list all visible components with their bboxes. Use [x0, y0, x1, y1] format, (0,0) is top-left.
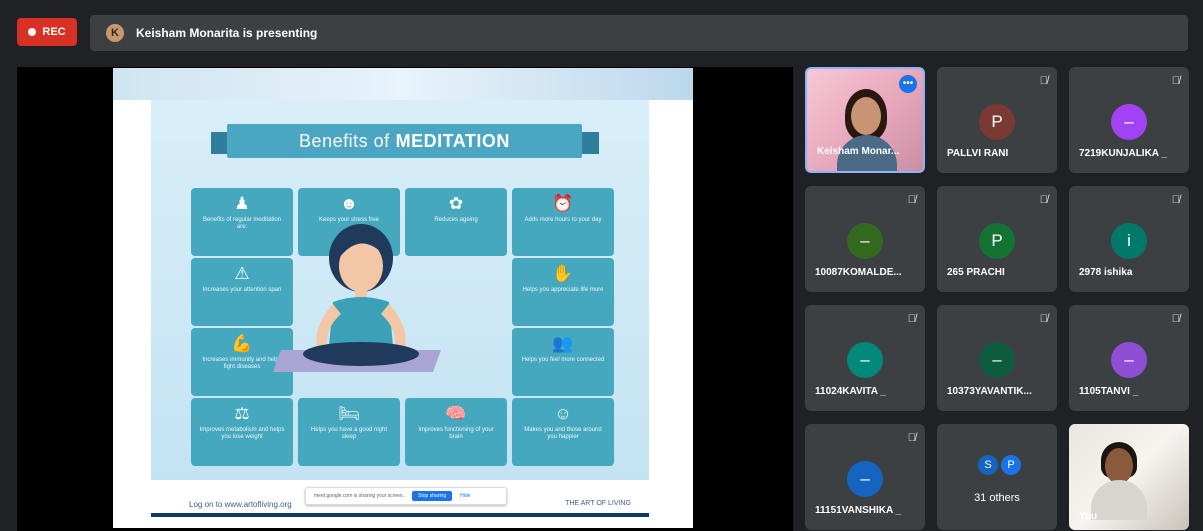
avatar: i	[1111, 223, 1147, 259]
brain-icon: 🧠	[445, 404, 467, 423]
benefit-tile: ⏰ Adds more hours to your day	[512, 188, 614, 256]
mic-off-icon: 🎙̸	[907, 313, 916, 325]
avatar: –	[979, 342, 1015, 378]
mic-off-icon: 🎙̸	[1171, 194, 1180, 206]
mic-off-icon: 🎙̸	[1171, 432, 1180, 444]
art-of-living-logo: THE ART OF LIVING	[565, 500, 631, 507]
mic-off-icon: 🎙̸	[1171, 75, 1180, 87]
participant-name: Keisham Monar...	[817, 146, 900, 157]
mic-off-icon: 🎙̸	[907, 432, 916, 444]
avatar: P	[979, 104, 1015, 140]
benefit-text: Makes you and those around you happier	[524, 427, 602, 440]
self-view-tile[interactable]: 🎙̸ You	[1069, 424, 1189, 530]
scale-icon: ⚖	[234, 404, 250, 423]
participant-name: 11024KAVITA _	[815, 386, 886, 397]
poster-title-bold: MEDITATION	[395, 130, 510, 151]
participant-tile[interactable]: – 🎙̸ 7219KUNJALIKA _	[1069, 67, 1189, 173]
muscle-icon: 💪	[231, 334, 253, 353]
avatar: P	[979, 223, 1015, 259]
hide-button[interactable]: Hide	[460, 493, 470, 499]
others-count: 31 others	[974, 492, 1020, 504]
avatar: S	[978, 455, 998, 475]
participant-name: 10087KOMALDE...	[815, 267, 902, 278]
benefit-tile: 👥 Helps you feel more connected	[512, 328, 614, 396]
presenter-avatar: K	[106, 24, 124, 42]
slide-header-band	[113, 68, 693, 100]
participant-name: 7219KUNJALIKA _	[1079, 148, 1167, 159]
poster-title: Benefits of MEDITATION	[227, 124, 582, 158]
record-dot-icon	[28, 28, 37, 36]
people-icon: 👥	[552, 334, 574, 353]
participant-tile[interactable]: – 🎙̸ 10373YAVANTIK...	[937, 305, 1057, 411]
bed-icon: 🛏	[338, 404, 360, 423]
benefit-tile: 🧠 Improves functioning of your brain	[405, 398, 507, 466]
benefit-tile: ✋ Helps you appreciate life more	[512, 258, 614, 326]
more-options-icon[interactable]: •••	[899, 75, 917, 93]
benefit-tile: ⚖ Improves metabolism and helps you lose …	[191, 398, 293, 466]
meditation-poster: Benefits of MEDITATION ♟ Benefits of regu…	[151, 100, 649, 480]
participant-name: 1105TANVI _	[1079, 386, 1139, 397]
participant-tile[interactable]: – 🎙̸ 1105TANVI _	[1069, 305, 1189, 411]
avatar: P	[1001, 455, 1021, 475]
participant-tile[interactable]: – 🎙̸ 11151VANSHIKA _	[805, 424, 925, 530]
poster-footer-bar	[151, 513, 649, 517]
mic-off-icon: 🎙̸	[907, 194, 916, 206]
avatar: –	[1111, 104, 1147, 140]
participant-tile[interactable]: i 🎙̸ 2978 ishika	[1069, 186, 1189, 292]
share-notice-text: meet.google.com is sharing your screen.	[314, 493, 405, 499]
presentation-stage: Benefits of MEDITATION ♟ Benefits of regu…	[17, 67, 793, 531]
benefit-text: Helps you have a good night sleep	[310, 427, 388, 440]
participant-name: 265 PRACHI	[947, 267, 1005, 278]
self-face	[1105, 448, 1133, 484]
participant-tile[interactable]: ••• Keisham Monar...	[805, 67, 925, 173]
avatar: –	[847, 461, 883, 497]
presenting-banner: K Keisham Monarita is presenting	[90, 15, 1188, 51]
participant-name: 2978 ishika	[1079, 267, 1133, 278]
participant-tile[interactable]: P 🎙̸ 265 PRACHI	[937, 186, 1057, 292]
avatar: –	[1111, 342, 1147, 378]
avatar: –	[847, 342, 883, 378]
participant-tile[interactable]: – 🎙̸ 10087KOMALDE...	[805, 186, 925, 292]
meditating-figure	[255, 196, 467, 378]
participant-tile[interactable]: P 🎙̸ PALLVI RANI	[937, 67, 1057, 173]
warning-icon: ⚠	[234, 264, 250, 283]
mic-off-icon: 🎙̸	[1171, 313, 1180, 325]
smiley-icon: ☺	[554, 404, 572, 423]
meditation-person-icon	[303, 224, 419, 366]
person-icon: ♟	[234, 194, 250, 213]
participant-name: 11151VANSHIKA _	[815, 505, 902, 516]
benefit-text: Improves functioning of your brain	[418, 427, 494, 440]
participant-name: You	[1079, 511, 1098, 522]
stop-sharing-button[interactable]: Stop sharing	[412, 491, 453, 501]
mic-off-icon: 🎙̸	[1039, 75, 1048, 87]
clock-icon: ⏰	[552, 194, 574, 213]
presenting-text: Keisham Monarita is presenting	[136, 26, 318, 40]
top-bar: REC K Keisham Monarita is presenting	[0, 0, 1203, 62]
benefit-text: Helps you feel more connected	[521, 357, 605, 363]
mic-off-icon: 🎙̸	[1039, 313, 1048, 325]
others-tile[interactable]: S P 31 others	[937, 424, 1057, 530]
participant-name: 10373YAVANTIK...	[947, 386, 1032, 397]
poster-footer-text: Log on to www.artofliving.org	[189, 500, 292, 509]
hands-icon: ✋	[552, 264, 574, 283]
screen-share-notice: meet.google.com is sharing your screen. …	[305, 487, 507, 505]
benefit-text: Improves metabolism and helps you lose w…	[199, 427, 285, 440]
others-avatars: SP	[978, 455, 1021, 475]
benefit-tile: ☺ Makes you and those around you happier	[512, 398, 614, 466]
benefit-text: Adds more hours to your day	[524, 217, 602, 223]
participant-name: PALLVI RANI	[947, 148, 1009, 159]
recording-indicator: REC	[17, 18, 77, 46]
presenter-face	[851, 97, 881, 135]
shared-screen: Benefits of MEDITATION ♟ Benefits of regu…	[113, 68, 693, 528]
benefit-text: Helps you appreciate life more	[522, 287, 604, 293]
recording-label: REC	[42, 26, 66, 38]
poster-title-light: Benefits of	[299, 130, 390, 151]
avatar: –	[847, 223, 883, 259]
participant-tile[interactable]: – 🎙̸ 11024KAVITA _	[805, 305, 925, 411]
benefit-tile: 🛏 Helps you have a good night sleep	[298, 398, 400, 466]
mic-off-icon: 🎙̸	[1039, 194, 1048, 206]
